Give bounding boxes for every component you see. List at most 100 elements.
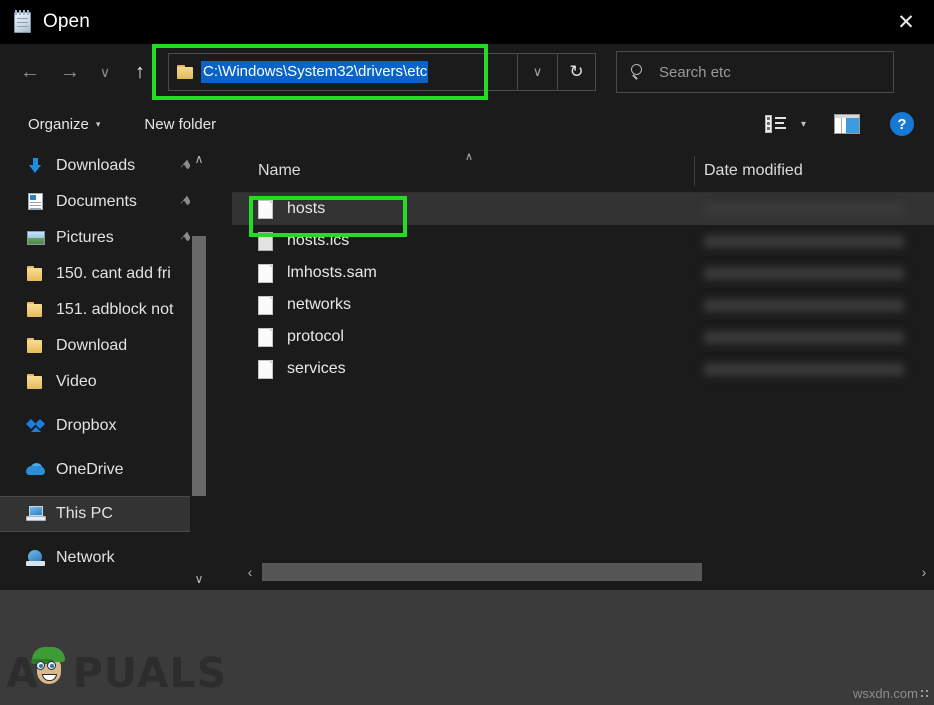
sidebar-item-label: Pictures bbox=[56, 229, 114, 247]
close-button[interactable]: ✕ bbox=[878, 0, 934, 44]
file-icon bbox=[258, 359, 274, 379]
table-row[interactable]: hosts bbox=[232, 193, 934, 225]
folder-icon bbox=[26, 301, 46, 319]
pictures-icon bbox=[26, 229, 46, 247]
file-icon bbox=[258, 327, 274, 347]
sidebar-item-label: 151. adblock not bbox=[56, 301, 173, 319]
onedrive-icon bbox=[26, 461, 46, 479]
file-name: hosts bbox=[287, 200, 325, 218]
file-date-modified-blurred bbox=[704, 299, 904, 312]
view-chevron-down-icon[interactable]: ▾ bbox=[801, 119, 806, 130]
table-row[interactable]: hosts.ics bbox=[232, 225, 934, 257]
sidebar-item-this-pc[interactable]: This PC bbox=[0, 496, 208, 532]
search-placeholder: Search etc bbox=[659, 64, 731, 81]
folder-icon bbox=[26, 337, 46, 355]
file-date-modified-blurred bbox=[704, 363, 904, 376]
scroll-down-icon[interactable]: ∨ bbox=[190, 568, 208, 590]
column-header-date-modified[interactable]: Date modified bbox=[704, 162, 803, 180]
address-path-text[interactable]: C:\Windows\System32\drivers\etc bbox=[201, 61, 428, 83]
forward-button[interactable]: → bbox=[50, 53, 90, 91]
search-input[interactable]: Search etc bbox=[616, 51, 894, 93]
sidebar-item-folder-151[interactable]: 151. adblock not bbox=[0, 292, 208, 328]
sidebar-item-label: Downloads bbox=[56, 157, 135, 175]
sidebar-item-video[interactable]: Video bbox=[0, 364, 208, 400]
horizontal-scrollbar[interactable]: ‹ › bbox=[240, 560, 934, 584]
column-divider bbox=[694, 156, 695, 186]
view-options-icon[interactable] bbox=[765, 115, 787, 133]
sidebar-item-label: 150. cant add fri bbox=[56, 265, 171, 283]
open-file-dialog: Open ✕ ← → ∨ ↑ C:\Windows\System32\drive… bbox=[0, 0, 934, 705]
sort-ascending-icon: ∧ bbox=[465, 150, 473, 163]
file-date-modified-blurred bbox=[704, 331, 904, 344]
file-icon bbox=[258, 295, 274, 315]
file-name: networks bbox=[287, 296, 351, 314]
sidebar-item-download[interactable]: Download bbox=[0, 328, 208, 364]
title-bar: Open ✕ bbox=[0, 0, 934, 44]
navigation-bar: ← → ∨ ↑ C:\Windows\System32\drivers\etc … bbox=[0, 44, 934, 100]
table-row[interactable]: lmhosts.sam bbox=[232, 257, 934, 289]
this-pc-icon bbox=[26, 505, 46, 523]
sidebar-item-label: Network bbox=[56, 549, 115, 567]
new-folder-button[interactable]: New folder bbox=[134, 107, 226, 141]
sidebar-item-label: Video bbox=[56, 373, 97, 391]
organize-menu-button[interactable]: Organize ▾ bbox=[18, 107, 110, 141]
up-button[interactable]: ↑ bbox=[120, 53, 160, 91]
scrollbar-thumb[interactable] bbox=[192, 236, 206, 496]
sidebar-item-onedrive[interactable]: OneDrive bbox=[0, 452, 208, 488]
help-button[interactable]: ? bbox=[890, 112, 914, 136]
folder-icon bbox=[26, 373, 46, 391]
recent-locations-chevron-icon[interactable]: ∨ bbox=[90, 53, 120, 91]
sidebar-item-pictures[interactable]: Pictures ⚑ bbox=[0, 220, 208, 256]
command-bar: Organize ▾ New folder ▾ ? bbox=[0, 100, 934, 148]
command-bar-right-group: ▾ ? bbox=[765, 112, 914, 136]
folder-icon bbox=[26, 265, 46, 283]
document-icon bbox=[26, 193, 46, 211]
file-name: hosts.ics bbox=[287, 232, 349, 250]
search-icon bbox=[631, 64, 647, 80]
file-date-modified-blurred bbox=[704, 235, 904, 248]
table-row[interactable]: protocol bbox=[232, 321, 934, 353]
sidebar-item-network[interactable]: Network bbox=[0, 540, 208, 576]
sidebar-item-dropbox[interactable]: Dropbox bbox=[0, 408, 208, 444]
sidebar-item-label: OneDrive bbox=[56, 461, 124, 479]
sidebar-item-folder-150[interactable]: 150. cant add fri bbox=[0, 256, 208, 292]
column-header-name[interactable]: Name bbox=[258, 162, 301, 180]
horizontal-scrollbar-thumb[interactable] bbox=[262, 563, 702, 581]
address-dropdown-icon[interactable]: ∨ bbox=[518, 53, 558, 91]
chevron-down-icon: ▾ bbox=[96, 119, 101, 130]
network-icon bbox=[26, 549, 46, 567]
file-icon bbox=[258, 263, 274, 283]
new-folder-label: New folder bbox=[144, 116, 216, 133]
file-list-pane: ∧ Name Date modified hosts hos bbox=[232, 148, 934, 590]
dialog-footer: File name: hosts ∨ All Files (*.*) ∨ Enc… bbox=[0, 590, 934, 705]
sidebar-item-label: Dropbox bbox=[56, 417, 116, 435]
organize-label: Organize bbox=[28, 116, 89, 133]
file-name: services bbox=[287, 360, 346, 378]
address-bar[interactable]: C:\Windows\System32\drivers\etc bbox=[168, 53, 518, 91]
file-date-modified-blurred bbox=[704, 267, 904, 280]
file-list: hosts hosts.ics lmhosts.sam bbox=[232, 193, 934, 560]
scroll-left-icon[interactable]: ‹ bbox=[240, 560, 260, 584]
file-date-modified-blurred bbox=[704, 203, 904, 216]
file-name: protocol bbox=[287, 328, 344, 346]
sidebar-item-downloads[interactable]: Downloads ⚑ bbox=[0, 148, 208, 184]
dropbox-icon bbox=[26, 417, 46, 435]
scroll-right-icon[interactable]: › bbox=[914, 560, 934, 584]
refresh-icon[interactable]: ↻ bbox=[558, 53, 596, 91]
file-icon bbox=[258, 199, 274, 219]
sidebar-item-documents[interactable]: Documents ⚑ bbox=[0, 184, 208, 220]
notepad-icon bbox=[12, 10, 34, 34]
download-icon bbox=[26, 157, 46, 175]
table-row[interactable]: services bbox=[232, 353, 934, 385]
back-button[interactable]: ← bbox=[10, 53, 50, 91]
column-header-row: ∧ Name Date modified bbox=[232, 148, 934, 193]
preview-pane-icon[interactable] bbox=[834, 114, 860, 134]
file-name: lmhosts.sam bbox=[287, 264, 377, 282]
sidebar-scrollbar[interactable]: ∧ ∨ bbox=[190, 148, 208, 590]
ics-file-icon bbox=[258, 231, 274, 251]
sidebar-item-label: This PC bbox=[56, 505, 113, 523]
dialog-body: Downloads ⚑ Documents ⚑ Pictures ⚑ bbox=[0, 148, 934, 590]
table-row[interactable]: networks bbox=[232, 289, 934, 321]
navigation-sidebar: Downloads ⚑ Documents ⚑ Pictures ⚑ bbox=[0, 148, 208, 590]
scroll-up-icon[interactable]: ∧ bbox=[190, 148, 208, 170]
